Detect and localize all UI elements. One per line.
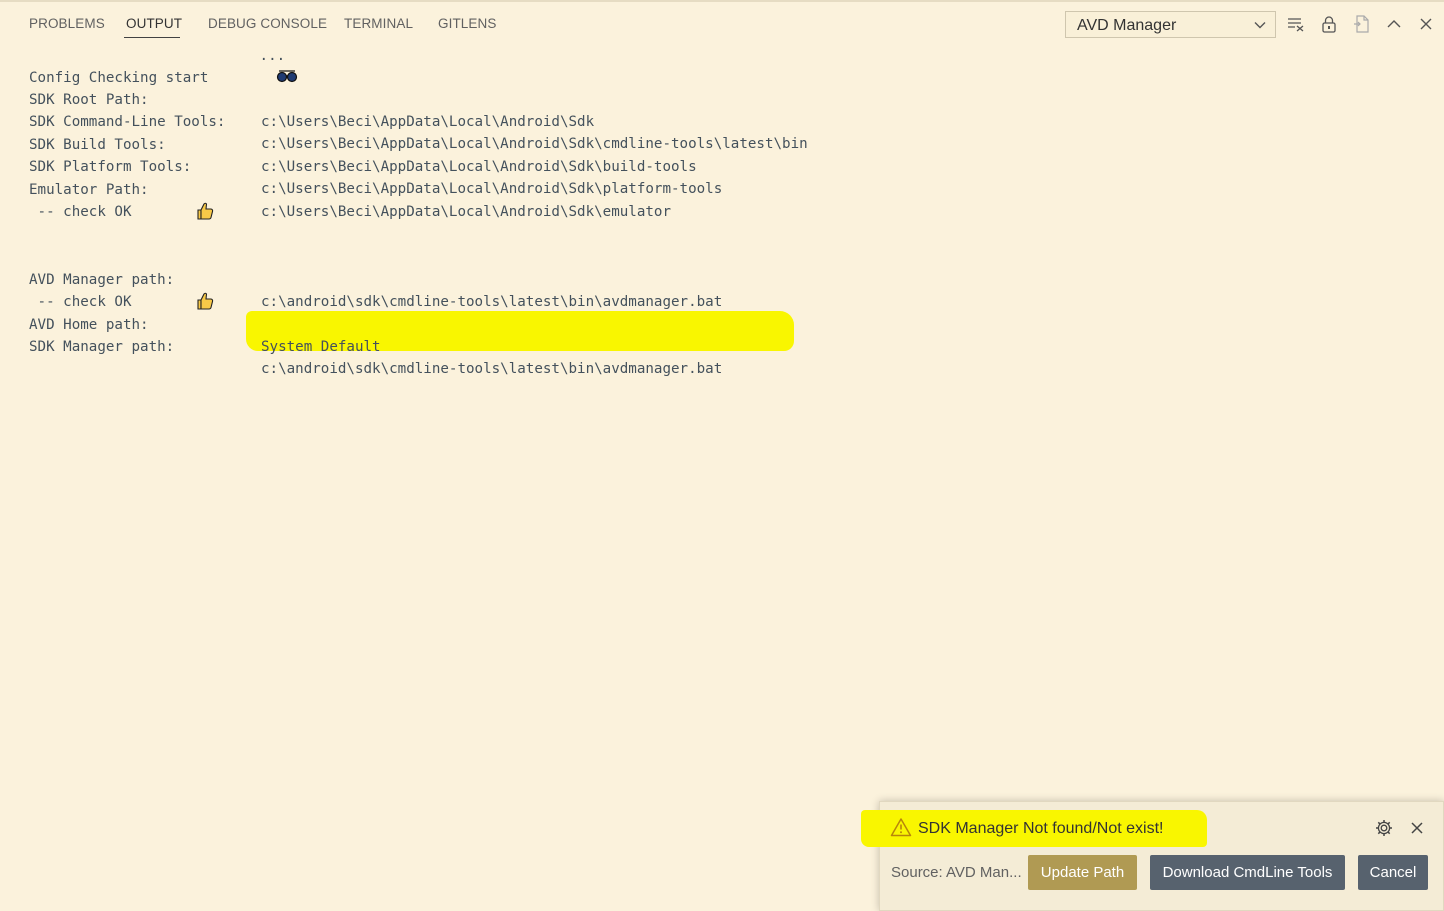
output-line-key: -- check OK: [29, 204, 132, 220]
output-line: SDK Root Path: c:\Users\Beci\AppData\Loc…: [29, 67, 594, 130]
open-in-editor-icon[interactable]: [1352, 14, 1372, 34]
output-channel-value: AVD Manager: [1077, 17, 1177, 34]
tab-output[interactable]: OUTPUT: [126, 16, 182, 31]
output-line-value: System Default: [261, 339, 381, 355]
cancel-button[interactable]: Cancel: [1358, 855, 1428, 890]
output-line-value: c:\Users\Beci\AppData\Local\Android\Sdk\…: [261, 136, 808, 152]
output-line-value: c:\Users\Beci\AppData\Local\Android\Sdk: [261, 114, 595, 130]
close-panel-icon[interactable]: [1416, 14, 1436, 34]
output-line-key: SDK Manager path:: [29, 339, 175, 355]
close-icon[interactable]: [1407, 818, 1427, 843]
output-line: SDK Manager path: c:\android\sdk\cmdline…: [29, 314, 722, 377]
output-line: Emulator Path: c:\Users\Beci\AppData\Loc…: [29, 157, 671, 220]
notification-source: Source: AVD Man...: [891, 864, 1022, 881]
tab-problems[interactable]: PROBLEMS: [29, 16, 105, 31]
output-line-suffix: ...: [251, 48, 286, 64]
output-line-value: c:\Users\Beci\AppData\Local\Android\Sdk\…: [261, 181, 723, 197]
thumbs-up-icon: [144, 269, 215, 337]
thumbs-up-icon: [144, 179, 215, 247]
output-line: SDK Build Tools: c:\Users\Beci\AppData\L…: [29, 112, 697, 175]
gear-icon[interactable]: [1374, 818, 1394, 843]
notification-message: SDK Manager Not found/Not exist!: [918, 820, 1164, 837]
output-line-value: c:\Users\Beci\AppData\Local\Android\Sdk\…: [261, 204, 671, 220]
output-line: Config Checking start ...: [29, 45, 298, 86]
tab-terminal[interactable]: TERMINAL: [344, 16, 413, 31]
maximize-panel-icon[interactable]: [1384, 14, 1404, 34]
output-line-value: c:\android\sdk\cmdline-tools\latest\bin\…: [261, 294, 723, 310]
output-line: AVD Manager path: c:\android\sdk\cmdline…: [29, 247, 722, 310]
warning-icon: [890, 817, 912, 842]
clear-output-icon[interactable]: [1286, 14, 1306, 34]
output-line-value: c:\Users\Beci\AppData\Local\Android\Sdk\…: [261, 159, 697, 175]
update-path-button[interactable]: Update Path: [1028, 855, 1137, 890]
chevron-down-icon: [1253, 18, 1267, 37]
download-cmdline-tools-button[interactable]: Download CmdLine Tools: [1150, 855, 1345, 890]
output-line: SDK Command-Line Tools: c:\Users\Beci\Ap…: [29, 89, 808, 152]
panel-tabs: PROBLEMS OUTPUT DEBUG CONSOLE TERMINAL G…: [0, 2, 1040, 46]
active-tab-indicator: [124, 37, 180, 38]
tab-debug-console[interactable]: DEBUG CONSOLE: [208, 16, 327, 31]
tab-gitlens[interactable]: GITLENS: [438, 16, 496, 31]
output-line: -- check OK: [29, 269, 214, 310]
output-line: AVD Home path: System Default: [29, 292, 381, 355]
output-line: -- check OK: [29, 179, 214, 220]
output-line: SDK Platform Tools: c:\Users\Beci\AppDat…: [29, 134, 722, 197]
lock-scroll-icon[interactable]: [1319, 14, 1339, 34]
output-line-value: c:\android\sdk\cmdline-tools\latest\bin\…: [261, 361, 723, 377]
output-channel-select[interactable]: AVD Manager: [1065, 11, 1276, 38]
